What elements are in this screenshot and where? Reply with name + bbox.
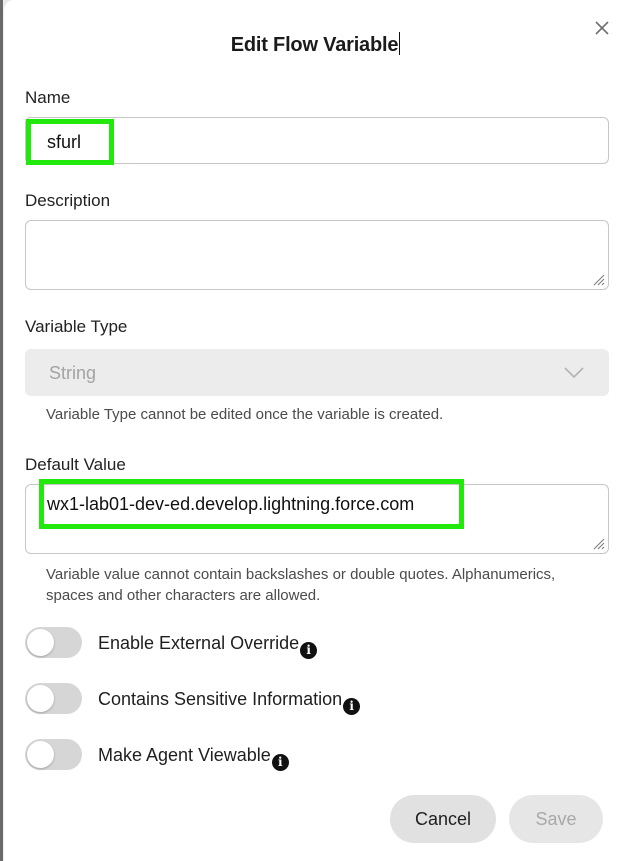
make-agent-viewable-toggle[interactable] [25,739,82,770]
name-label: Name [25,88,71,107]
chevron-down-icon [564,367,584,379]
enable-external-override-toggle[interactable] [25,627,82,658]
description-textarea[interactable] [25,220,609,290]
edit-flow-variable-dialog: Edit Flow Variable Name sfurl Descriptio… [4,0,627,861]
enable-external-override-row: Enable External Override i [98,633,318,659]
info-icon[interactable]: i [300,642,318,659]
default-value-textarea[interactable]: wx1-lab01-dev-ed.develop.lightning.force… [25,479,609,554]
make-agent-viewable-row: Make Agent Viewable i [98,745,289,771]
description-label: Description [25,191,111,210]
name-input-value: sfurl [47,132,82,152]
toggle-knob [27,629,54,656]
dialog-header: Edit Flow Variable [4,32,627,57]
default-value-helper: Variable value cannot contain backslashe… [46,566,556,604]
contains-sensitive-information-row: Contains Sensitive Information i [98,689,361,715]
resize-handle-icon[interactable] [593,538,605,550]
text-cursor [399,32,401,55]
default-value-label: Default Value [25,455,126,474]
variable-type-label: Variable Type [25,317,128,336]
dialog-title: Edit Flow Variable [230,34,399,56]
toggle-knob [27,741,54,768]
info-icon[interactable]: i [271,754,289,771]
toggle-knob [27,685,54,712]
variable-type-helper: Variable Type cannot be edited once the … [46,406,444,423]
contains-sensitive-information-toggle[interactable] [25,683,82,714]
backdrop-edge-line [0,0,3,861]
save-button[interactable]: Save [509,795,603,843]
cancel-button[interactable]: Cancel [390,795,496,843]
enable-external-override-label: Enable External Override [98,633,300,653]
name-input[interactable]: sfurl [25,117,609,165]
default-value-text: wx1-lab01-dev-ed.develop.lightning.force… [47,494,415,514]
contains-sensitive-information-label: Contains Sensitive Information [98,689,343,709]
variable-type-value: String [49,363,97,383]
resize-handle-icon[interactable] [593,274,605,286]
variable-type-select[interactable]: String [25,349,609,396]
make-agent-viewable-label: Make Agent Viewable [98,745,271,765]
close-icon[interactable] [593,19,611,37]
info-icon[interactable]: i [343,698,361,715]
